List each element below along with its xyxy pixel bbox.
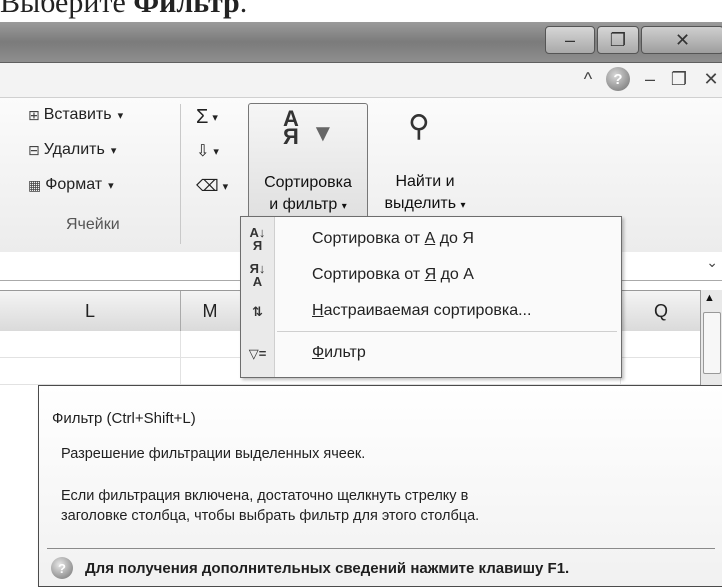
window-title-bar: – ❐ ✕: [0, 22, 722, 63]
menu-item-label: Фильтр: [312, 344, 366, 361]
fill-down-icon: ⇩: [196, 143, 210, 160]
menu-item-label: Сортировка от Я до А: [312, 266, 474, 283]
format-cells-button[interactable]: ▦ Формат ▾: [28, 176, 114, 194]
sigma-icon: Σ: [196, 106, 209, 128]
filter-icon: ▽=: [248, 345, 267, 361]
doc-restore-button[interactable]: ❐: [668, 67, 690, 91]
menu-item-sort-a-z[interactable]: А↓ Я Сортировка от А до Я: [241, 221, 621, 257]
ribbon-control-row: ^ ? – ❐ ✕: [0, 63, 722, 97]
window-minimize-button[interactable]: –: [545, 26, 595, 54]
tooltip-description-2: Если фильтрация включена, достаточно щел…: [61, 488, 469, 504]
format-cells-icon: ▦: [28, 176, 42, 193]
column-header-L[interactable]: L: [0, 291, 181, 331]
sort-filter-label-2: и фильтр ▾: [269, 196, 347, 213]
help-icon: ?: [606, 67, 630, 91]
find-select-label-1: Найти и: [395, 173, 455, 190]
autosum-button[interactable]: Σ ▾: [196, 106, 218, 129]
group-separator: [180, 104, 181, 244]
custom-sort-icon: ⇅: [252, 303, 263, 319]
doc-minimize-button[interactable]: –: [640, 67, 660, 91]
sort-descending-icon: Я↓ А: [249, 261, 266, 289]
cells-group-label: Ячейки: [66, 216, 120, 233]
fill-button[interactable]: ⇩ ▾: [196, 141, 219, 161]
menu-item-sort-z-a[interactable]: Я↓ А Сортировка от Я до А: [241, 257, 621, 293]
menu-item-custom-sort[interactable]: ⇅ Настраиваемая сортировка...: [241, 293, 621, 329]
find-and-select-button[interactable]: ⚲ Найти и выделить ▾: [370, 103, 480, 226]
tooltip-divider: [47, 548, 715, 549]
menu-item-filter[interactable]: ▽= Фильтр: [241, 335, 621, 371]
delete-cells-button[interactable]: ⊟ Удалить ▾: [28, 141, 116, 159]
sort-filter-icon: AЯ: [283, 106, 299, 149]
menu-item-label: Сортировка от А до Я: [312, 230, 474, 247]
column-header-Q[interactable]: Q: [620, 291, 702, 331]
binoculars-icon: ⚲: [408, 110, 430, 143]
caption-text: Выберите Фильтр.: [0, 0, 248, 19]
help-icon: ?: [51, 557, 73, 579]
tooltip-title: Фильтр (Ctrl+Shift+L): [52, 410, 196, 427]
ribbon-collapse-icon[interactable]: ^: [578, 67, 598, 91]
scrollbar-thumb[interactable]: [703, 312, 721, 374]
filter-tooltip: Фильтр (Ctrl+Shift+L) Разрешение фильтра…: [38, 385, 722, 587]
delete-cells-icon: ⊟: [28, 141, 40, 158]
sort-filter-menu: А↓ Я Сортировка от А до Я Я↓ А Сортировка …: [240, 216, 622, 378]
eraser-icon: ⌫: [196, 178, 219, 195]
sort-and-filter-button[interactable]: AЯ ▼ Сортировка и фильтр ▾: [248, 103, 368, 228]
window-restore-button[interactable]: ❐: [597, 26, 639, 54]
tooltip-description-3: заголовке столбца, чтобы выбрать фильтр …: [61, 508, 480, 524]
insert-cells-icon: ⊞: [28, 106, 40, 123]
insert-cells-button[interactable]: ⊞ Вставить ▾: [28, 106, 123, 124]
tooltip-help-text: Для получения дополнительных сведений на…: [85, 560, 570, 577]
column-header-M[interactable]: M: [180, 291, 241, 331]
clear-button[interactable]: ⌫ ▾: [196, 176, 228, 196]
scroll-up-icon[interactable]: ▲: [704, 292, 715, 304]
window-close-button[interactable]: ✕: [641, 26, 722, 54]
tooltip-description-1: Разрешение фильтрации выделенных ячеек.: [61, 446, 366, 462]
sort-filter-label-1: Сортировка: [264, 174, 352, 191]
menu-item-label: Настраиваемая сортировка...: [312, 302, 532, 319]
doc-close-button[interactable]: ✕: [700, 67, 722, 91]
menu-separator: [277, 331, 617, 332]
help-button[interactable]: ?: [605, 67, 631, 91]
find-select-label-2: выделить ▾: [384, 195, 466, 212]
sort-ascending-icon: А↓ Я: [249, 225, 266, 253]
expand-formula-bar-icon[interactable]: ⌄: [706, 254, 718, 271]
funnel-icon: ▼: [311, 120, 335, 147]
